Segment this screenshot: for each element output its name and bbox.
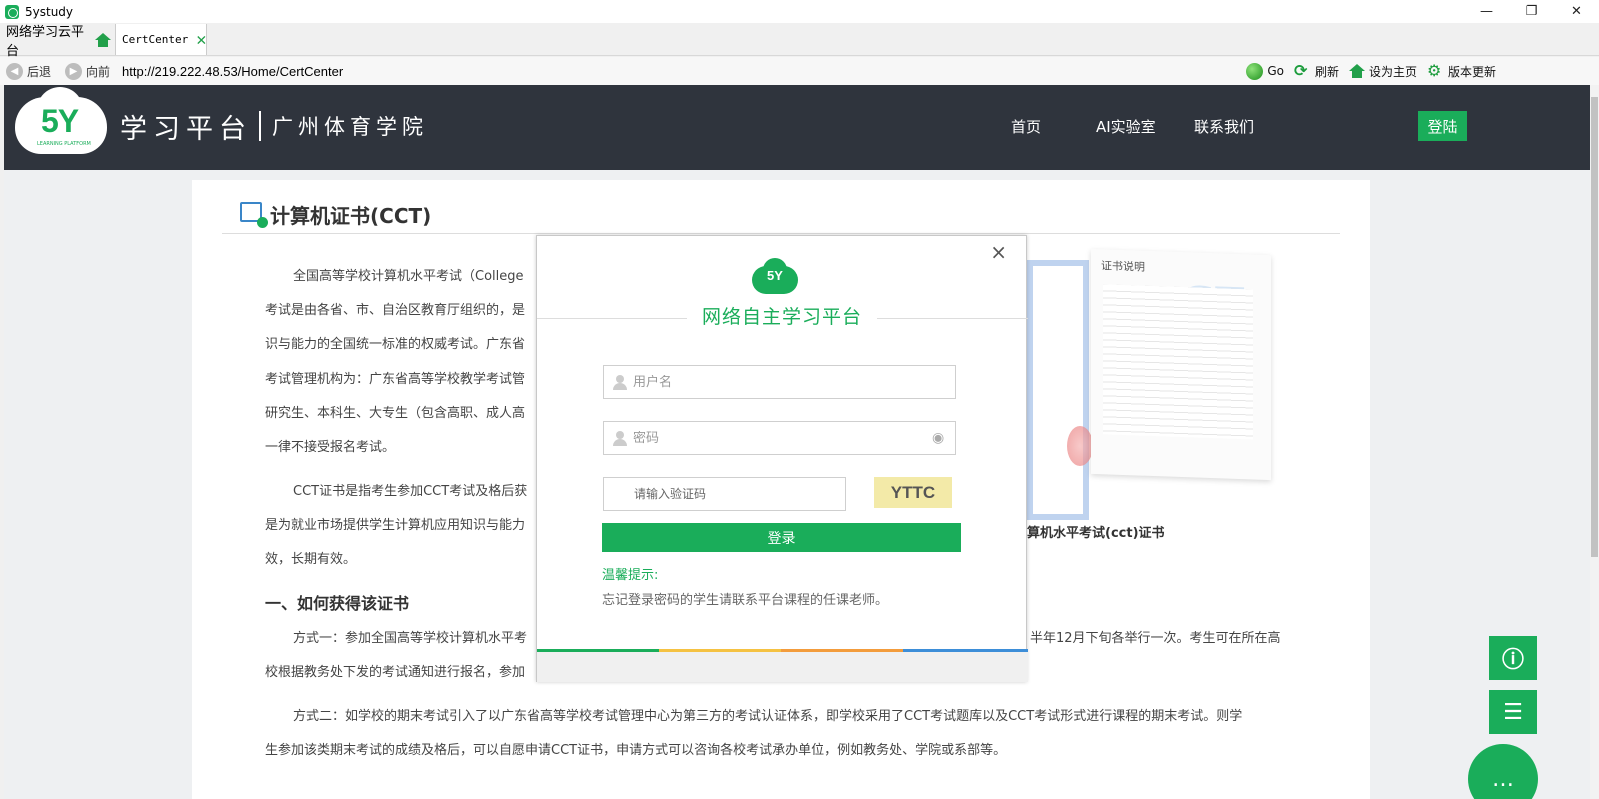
back-button[interactable]: ◀ 后退 xyxy=(6,63,51,80)
paragraph-line: 考试管理机构为：广东省高等学校教学考试管 xyxy=(265,368,525,387)
refresh-label: 刷新 xyxy=(1315,63,1339,80)
site-title: 学习平台 xyxy=(120,107,252,146)
accent-bar-yellow xyxy=(659,649,781,652)
nav-contact[interactable]: 联系我们 xyxy=(1194,116,1254,137)
set-home-label: 设为主页 xyxy=(1369,63,1417,80)
username-field[interactable] xyxy=(603,365,956,399)
paragraph-line: 全国高等学校计算机水平考试（College xyxy=(293,265,524,284)
paragraph-line: 识与能力的全国统一标准的权威考试。广东省 xyxy=(265,333,525,352)
close-tab-icon[interactable]: ✕ xyxy=(196,30,206,50)
lock-icon xyxy=(613,431,627,445)
update-button[interactable]: ⚙ 版本更新 xyxy=(1427,63,1496,80)
modal-login-button[interactable]: 登录 xyxy=(602,523,961,552)
site-logo[interactable]: 5Y LEARNING PLATFORM xyxy=(15,97,107,154)
info-button[interactable]: ⓘ xyxy=(1489,636,1537,680)
paragraph-line: 效，长期有效。 xyxy=(265,548,356,567)
paragraph-line: 生参加该类期末考试的成绩及格后，可以自愿申请CCT证书，申请方式可以咨询各校考试… xyxy=(265,739,1006,758)
tab-home[interactable]: 网络学习云平台 xyxy=(0,24,115,55)
maximize-button[interactable]: ❐ xyxy=(1509,0,1554,23)
forward-arrow-icon: ▶ xyxy=(65,63,82,80)
logo-subtext: LEARNING PLATFORM xyxy=(37,141,91,147)
forward-button[interactable]: ▶ 向前 xyxy=(65,63,110,80)
back-label: 后退 xyxy=(27,63,51,80)
paragraph-line: 半年12月下旬各举行一次。考生可在所在高 xyxy=(1030,627,1281,646)
title-separator xyxy=(259,111,261,141)
clipboard-button[interactable]: ☰ xyxy=(1489,690,1537,734)
accent-bar-orange xyxy=(781,649,903,652)
seal-stamp xyxy=(1067,426,1093,466)
eye-icon[interactable]: ◉ xyxy=(932,430,950,446)
home-icon[interactable] xyxy=(95,33,110,47)
refresh-button[interactable]: ⟳ 刷新 xyxy=(1294,63,1339,80)
title-divider xyxy=(222,233,1340,234)
modal-title: 网络自主学习平台 xyxy=(687,302,877,329)
accent-bar-green xyxy=(537,649,659,652)
paragraph-line: 方式二：如学校的期末考试引入了以广东省高等学校考试管理中心为第三方的考试认证体系… xyxy=(293,705,1242,724)
page-title: 计算机证书(CCT) xyxy=(270,200,431,229)
go-button[interactable]: Go xyxy=(1246,63,1284,80)
window-titlebar: 5ystudy — ❐ ✕ xyxy=(0,0,1599,23)
login-modal: × 5Y 网络自主学习平台 ◉ YTTC 登录 温馨提示: 忘记登录密码的学生请… xyxy=(536,235,1027,682)
modal-close-button[interactable]: × xyxy=(990,240,1007,264)
tab-home-label: 网络学习云平台 xyxy=(6,21,89,59)
app-icon xyxy=(5,5,19,19)
go-icon xyxy=(1246,63,1263,80)
accent-bar-blue xyxy=(903,649,1028,652)
captcha-input[interactable] xyxy=(634,487,834,501)
modal-logo-text: 5Y xyxy=(752,268,798,283)
go-label: Go xyxy=(1267,64,1284,78)
certificate-text-lines xyxy=(1103,284,1253,439)
header-login-button[interactable]: 登陆 xyxy=(1418,111,1467,141)
password-field[interactable]: ◉ xyxy=(603,421,956,455)
paragraph-line: 是为就业市场提供学生计算机应用知识与能力 xyxy=(265,514,525,533)
nav-home[interactable]: 首页 xyxy=(1011,116,1041,137)
nav-ai-lab[interactable]: AI实验室 xyxy=(1096,116,1156,137)
address-bar: ◀ 后退 ▶ 向前 http://219.222.48.53/Home/Cert… xyxy=(0,57,1599,85)
minimize-button[interactable]: — xyxy=(1464,0,1509,23)
tip-text: 忘记登录密码的学生请联系平台课程的任课老师。 xyxy=(602,589,888,608)
school-name: 广州体育学院 xyxy=(272,111,428,141)
paragraph-line: 研究生、本科生、大专生（包含高职、成人高 xyxy=(265,402,525,421)
modal-logo: 5Y xyxy=(752,266,798,294)
tab-certcenter-label: CertCenter xyxy=(122,33,188,46)
paragraph-line: 方式一：参加全国高等学校计算机水平考 xyxy=(293,627,527,646)
certificate-back: 证书说明 CT xyxy=(1091,249,1271,480)
certificate-image: 证书说明 CT xyxy=(1027,252,1272,527)
certificate-heading: 证书说明 xyxy=(1101,257,1145,275)
computer-cert-icon xyxy=(240,202,262,222)
user-icon xyxy=(613,375,627,389)
set-home-button[interactable]: 设为主页 xyxy=(1349,63,1417,80)
forward-label: 向前 xyxy=(86,63,110,80)
site-header: 5Y LEARNING PLATFORM 学习平台 广州体育学院 首页 AI实验… xyxy=(4,85,1590,170)
paragraph-line: 一律不接受报名考试。 xyxy=(265,436,395,455)
username-input[interactable] xyxy=(633,375,913,390)
logo-text: 5Y xyxy=(41,103,78,140)
scrollbar-thumb[interactable] xyxy=(1591,97,1598,557)
url-field[interactable]: http://219.222.48.53/Home/CertCenter xyxy=(122,64,343,79)
refresh-icon: ⟳ xyxy=(1294,63,1312,79)
gear-icon: ⚙ xyxy=(1427,63,1445,79)
captcha-field[interactable] xyxy=(603,477,846,511)
tab-certcenter[interactable]: CertCenter ✕ xyxy=(115,24,207,55)
tab-bar: 网络学习云平台 CertCenter ✕ xyxy=(0,23,1599,56)
certificate-front xyxy=(1027,260,1089,520)
paragraph-line: 校根据教务处下发的考试通知进行报名，参加 xyxy=(265,661,525,680)
vertical-scrollbar[interactable] xyxy=(1590,85,1599,799)
section-heading: 一、如何获得该证书 xyxy=(265,590,409,614)
update-label: 版本更新 xyxy=(1448,63,1496,80)
chat-button[interactable]: … xyxy=(1468,744,1538,799)
home-icon xyxy=(1349,64,1365,78)
back-arrow-icon: ◀ xyxy=(6,63,23,80)
certificate-caption: 算机水平考试(cct)证书 xyxy=(1027,522,1165,541)
modal-footer xyxy=(537,650,1028,682)
close-window-button[interactable]: ✕ xyxy=(1554,0,1599,23)
window-title: 5ystudy xyxy=(25,5,73,19)
captcha-image[interactable]: YTTC xyxy=(874,477,952,508)
paragraph-line: 考试是由各省、市、自治区教育厅组织的，是 xyxy=(265,299,525,318)
tip-label: 温馨提示: xyxy=(602,564,658,583)
paragraph-line: CCT证书是指考生参加CCT考试及格后获 xyxy=(293,480,527,499)
password-input[interactable] xyxy=(633,431,913,446)
